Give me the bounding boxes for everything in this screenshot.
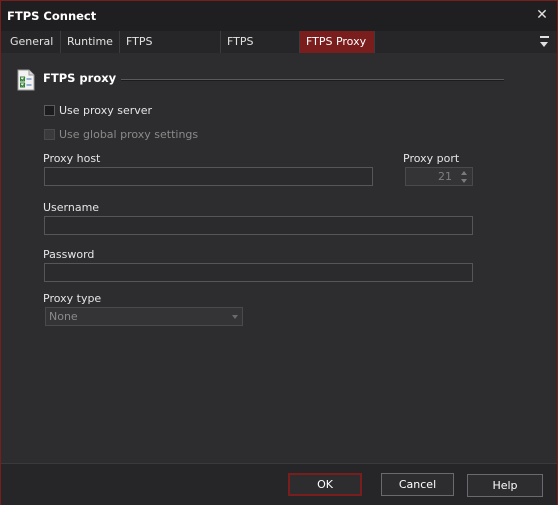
window-title: FTPS Connect bbox=[7, 9, 97, 23]
tab-content-ftps-proxy: FTPS proxy Use proxy server Use global p… bbox=[1, 53, 557, 463]
proxy-port-spinner: 21 bbox=[405, 167, 473, 186]
ok-button[interactable]: OK bbox=[288, 473, 362, 496]
username-label: Username bbox=[43, 201, 100, 214]
proxy-type-label: Proxy type bbox=[43, 292, 102, 305]
help-button[interactable]: Help bbox=[467, 474, 543, 497]
dialog-window: FTPS Connect ✕ General Runtime FTPS Conn… bbox=[0, 0, 558, 505]
checkbox-box bbox=[44, 128, 55, 140]
title-bar: FTPS Connect ✕ bbox=[1, 1, 557, 31]
proxy-type-value: None bbox=[49, 310, 78, 323]
proxy-type-select: None bbox=[45, 307, 243, 326]
cancel-button[interactable]: Cancel bbox=[381, 473, 454, 496]
proxy-host-label: Proxy host bbox=[43, 152, 101, 165]
tab-ftps-server[interactable]: FTPS Server bbox=[221, 31, 300, 70]
tab-general[interactable]: General bbox=[4, 31, 61, 53]
tab-ftps-proxy[interactable]: FTPS Proxy bbox=[300, 31, 375, 53]
tab-runtime[interactable]: Runtime bbox=[61, 31, 120, 53]
use-global-proxy-checkbox: Use global proxy settings bbox=[44, 126, 198, 142]
tab-ftps-connection[interactable]: FTPS Connection bbox=[120, 31, 221, 70]
password-label: Password bbox=[43, 248, 95, 261]
button-bar: OK Cancel Help bbox=[1, 463, 557, 505]
use-proxy-checkbox[interactable]: Use proxy server bbox=[44, 102, 152, 118]
password-input[interactable] bbox=[44, 263, 473, 282]
use-global-proxy-label: Use global proxy settings bbox=[59, 127, 199, 141]
tab-menu-icon[interactable] bbox=[539, 35, 551, 49]
proxy-port-label: Proxy port bbox=[403, 152, 460, 165]
close-icon[interactable]: ✕ bbox=[533, 6, 551, 24]
checkbox-box[interactable] bbox=[44, 104, 55, 116]
use-proxy-label: Use proxy server bbox=[59, 103, 153, 117]
proxy-host-input[interactable] bbox=[44, 167, 373, 186]
spinner-buttons bbox=[457, 169, 471, 184]
spin-down-icon bbox=[457, 177, 471, 184]
spin-up-icon bbox=[457, 169, 471, 176]
tab-bar: General Runtime FTPS Connection FTPS Ser… bbox=[1, 31, 557, 70]
chevron-down-icon bbox=[232, 315, 238, 319]
section-divider bbox=[121, 79, 504, 81]
proxy-port-value: 21 bbox=[438, 170, 452, 183]
username-input[interactable] bbox=[44, 216, 473, 235]
section-title: FTPS proxy bbox=[43, 71, 117, 85]
checklist-document-icon bbox=[17, 69, 35, 91]
